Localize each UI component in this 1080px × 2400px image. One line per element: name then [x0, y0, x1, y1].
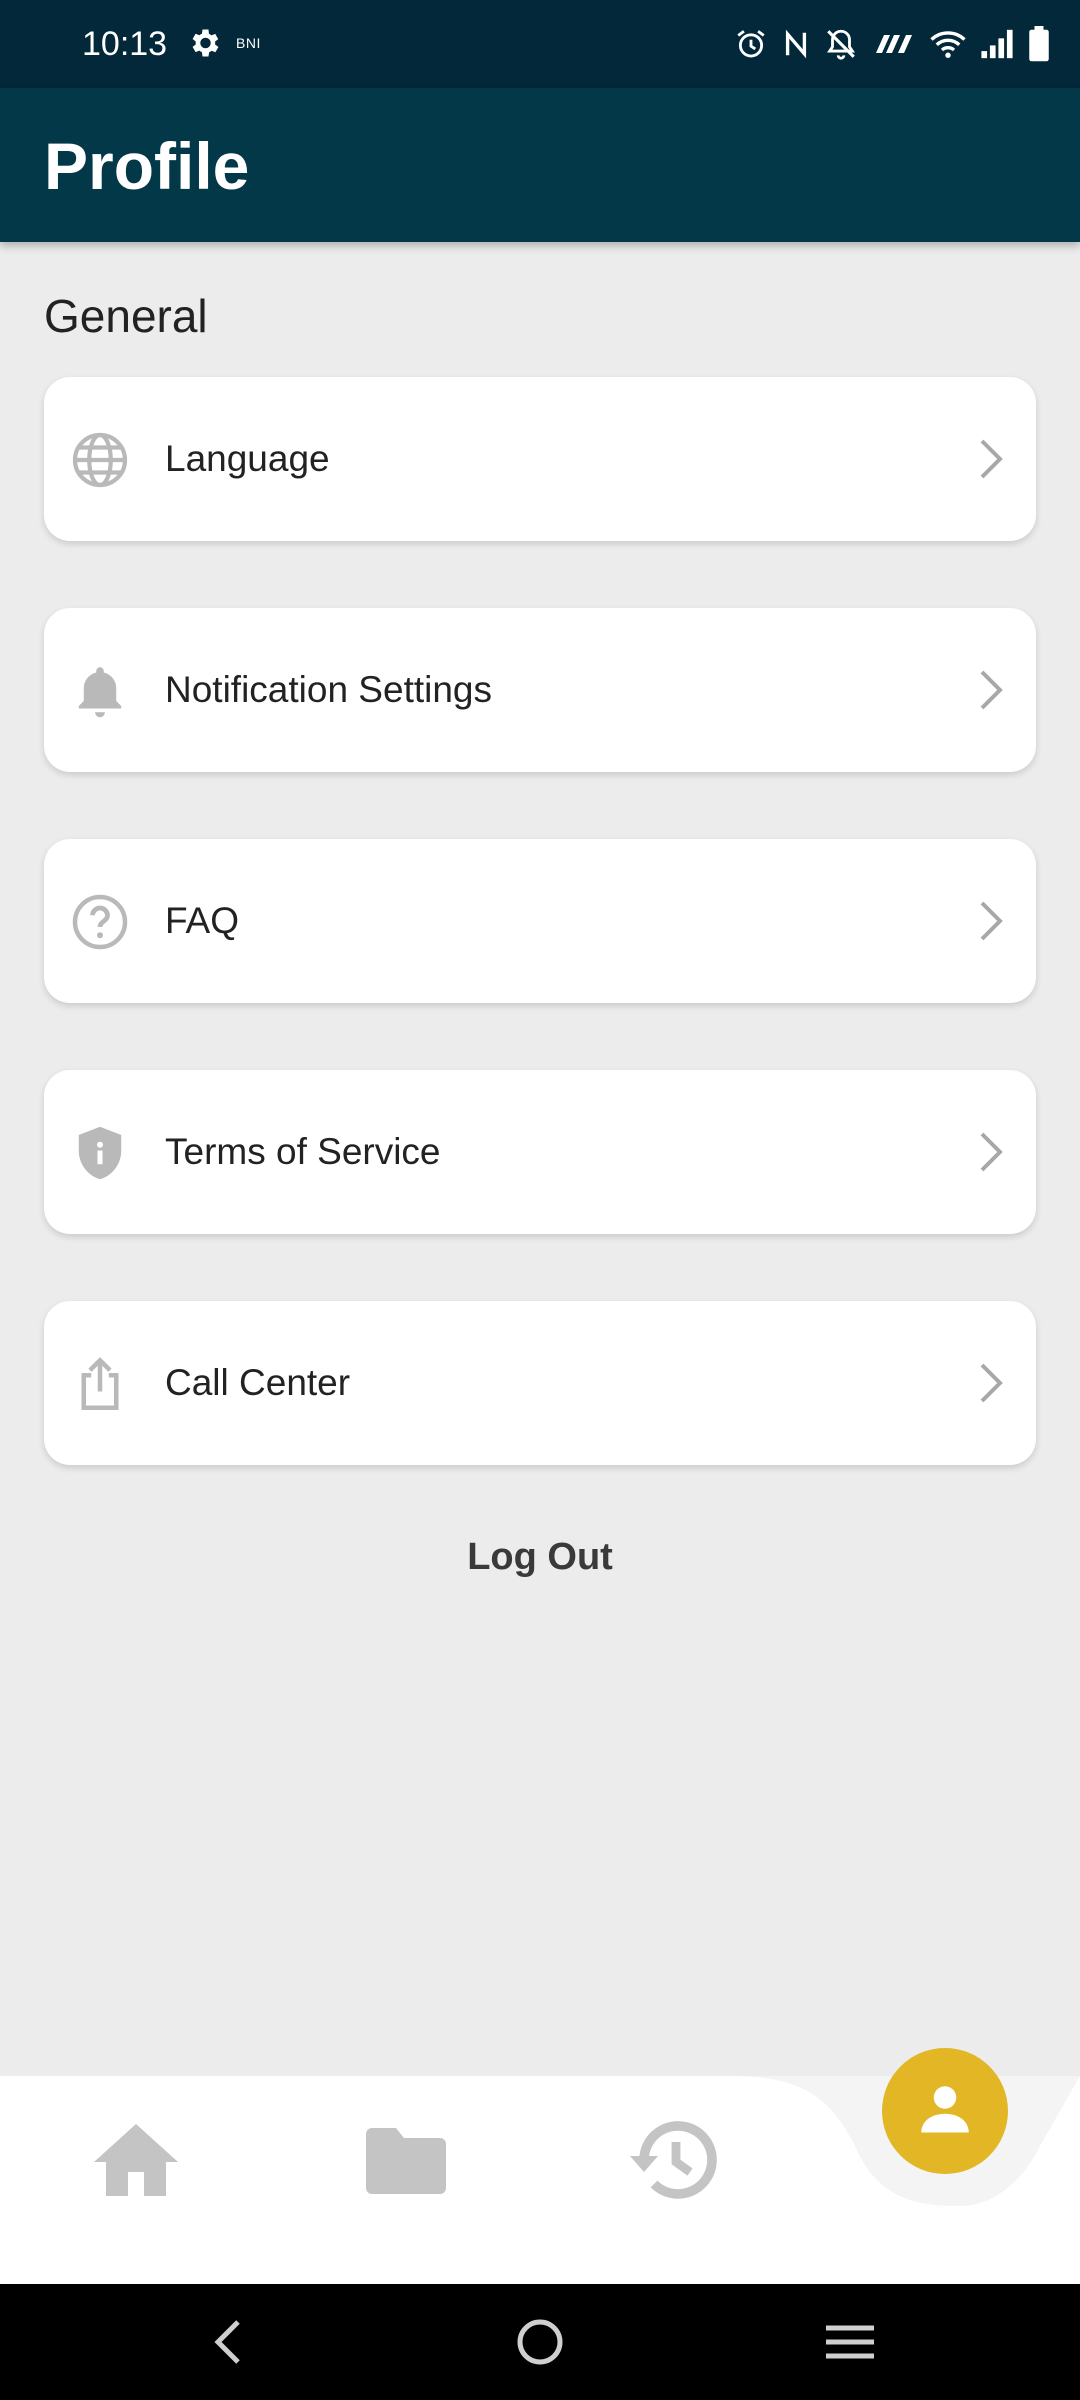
chevron-right-icon: [980, 439, 1003, 479]
menu-item-label: Notification Settings: [165, 669, 493, 710]
app-bar: Profile: [0, 88, 1080, 242]
status-bar: 10:13 BNI: [0, 0, 1080, 88]
status-time: 10:13: [82, 25, 168, 63]
menu-item-faq[interactable]: FAQ: [44, 839, 1036, 1003]
notifications-off-icon: [827, 29, 855, 60]
logout-button[interactable]: Log Out: [390, 1530, 690, 1584]
home-circle-icon[interactable]: [510, 2312, 570, 2372]
menu-item-label: FAQ: [165, 900, 240, 941]
home-icon[interactable]: [88, 2112, 184, 2208]
menu-item-label: Language: [165, 438, 330, 479]
bell-icon: [78, 667, 122, 718]
menu-item-call-center[interactable]: Call Center: [44, 1301, 1036, 1465]
chevron-right-icon: [980, 1363, 1003, 1403]
status-brand-text: BNI: [236, 35, 261, 51]
menu-item-terms-of-service[interactable]: Terms of Service: [44, 1070, 1036, 1234]
chevron-right-icon: [980, 901, 1003, 941]
system-navigation-bar: [0, 2284, 1080, 2400]
recent-apps-icon[interactable]: [820, 2312, 880, 2372]
folder-icon[interactable]: [358, 2112, 454, 2208]
status-icons: [734, 22, 1050, 66]
chevron-right-icon: [980, 670, 1003, 710]
share-icon: [81, 1357, 119, 1410]
section-title: General: [44, 290, 208, 342]
nfc-icon: [785, 29, 807, 59]
chevron-right-icon: [980, 1132, 1003, 1172]
globe-icon: [72, 432, 128, 488]
menu-item-label: Terms of Service: [165, 1131, 441, 1172]
menu-item-label: Call Center: [165, 1362, 351, 1403]
signal-icon: [981, 29, 1013, 59]
volte-icon: [876, 35, 912, 53]
settings-gear-icon: [192, 29, 219, 57]
nav-profile-button[interactable]: [882, 2048, 1008, 2174]
wifi-icon: [930, 31, 966, 58]
history-icon[interactable]: [626, 2112, 722, 2208]
menu-item-language[interactable]: Language: [44, 377, 1036, 541]
menu-item-notification-settings[interactable]: Notification Settings: [44, 608, 1036, 772]
bottom-nav: [0, 2048, 1080, 2284]
back-icon[interactable]: [200, 2312, 260, 2372]
shield-icon: [78, 1126, 122, 1180]
battery-icon: [1029, 26, 1049, 62]
alarm-icon: [737, 30, 765, 58]
page-title: Profile: [44, 129, 250, 203]
profile-icon: [921, 2086, 969, 2133]
help-circle-icon: [72, 894, 128, 950]
